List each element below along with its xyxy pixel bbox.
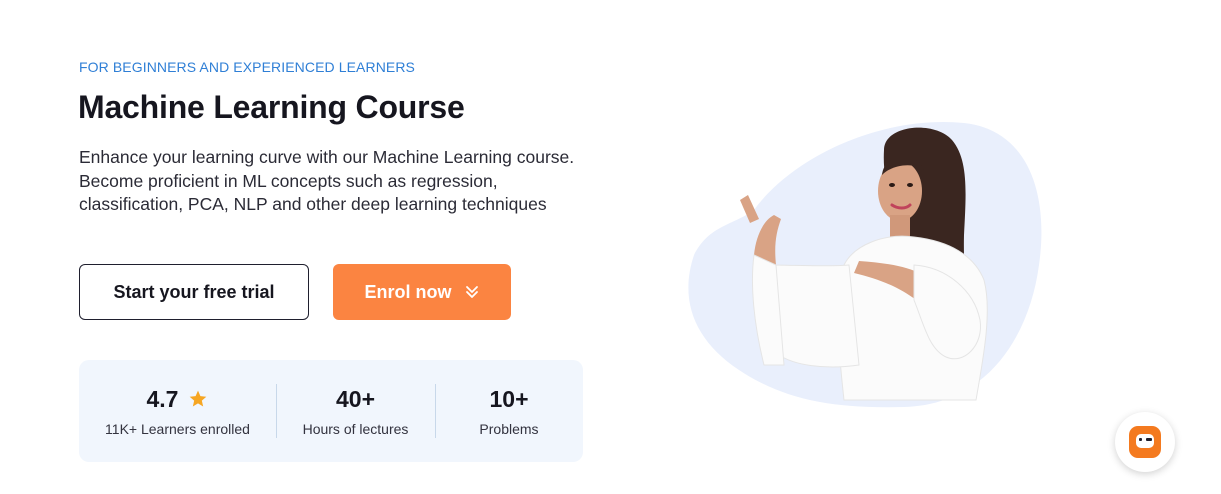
chat-widget-button[interactable] — [1115, 412, 1175, 472]
hours-value: 40+ — [335, 385, 375, 412]
description-line: Enhance your learning curve with our Mac… — [79, 147, 575, 167]
double-chevron-down-icon — [465, 286, 478, 298]
chat-widget-icon — [1129, 426, 1161, 458]
description-line: Become proficient in ML concepts such as… — [79, 170, 498, 191]
start-free-trial-button[interactable]: Start your free trial — [79, 264, 309, 320]
stat-rating: 4.7 11K+ Learners enrolled — [79, 386, 276, 437]
course-stats: 4.7 11K+ Learners enrolled 40+ Hours of … — [79, 360, 583, 462]
star-icon — [190, 390, 207, 407]
problems-value: 10+ — [489, 385, 529, 412]
hero-illustration — [688, 121, 1042, 408]
stat-problems: 10+ Problems — [435, 386, 583, 437]
course-eyebrow: FOR BEGINNERS AND EXPERIENCED LEARNERS — [79, 59, 415, 75]
enrol-now-label: Enrol now — [364, 281, 452, 302]
hours-label: Hours of lectures — [302, 420, 409, 437]
rating-value: 4.7 — [146, 385, 179, 412]
stat-hours: 40+ Hours of lectures — [277, 386, 435, 437]
course-description: Enhance your learning curve with our Mac… — [79, 146, 639, 217]
rating-label: 11K+ Learners enrolled — [105, 420, 250, 437]
start-free-trial-label: Start your free trial — [113, 281, 275, 302]
page-title: Machine Learning Course — [78, 89, 465, 125]
problems-label: Problems — [479, 420, 539, 437]
description-line: classification, PCA, NLP and other deep … — [79, 194, 547, 214]
enrol-now-button[interactable]: Enrol now — [333, 264, 511, 320]
